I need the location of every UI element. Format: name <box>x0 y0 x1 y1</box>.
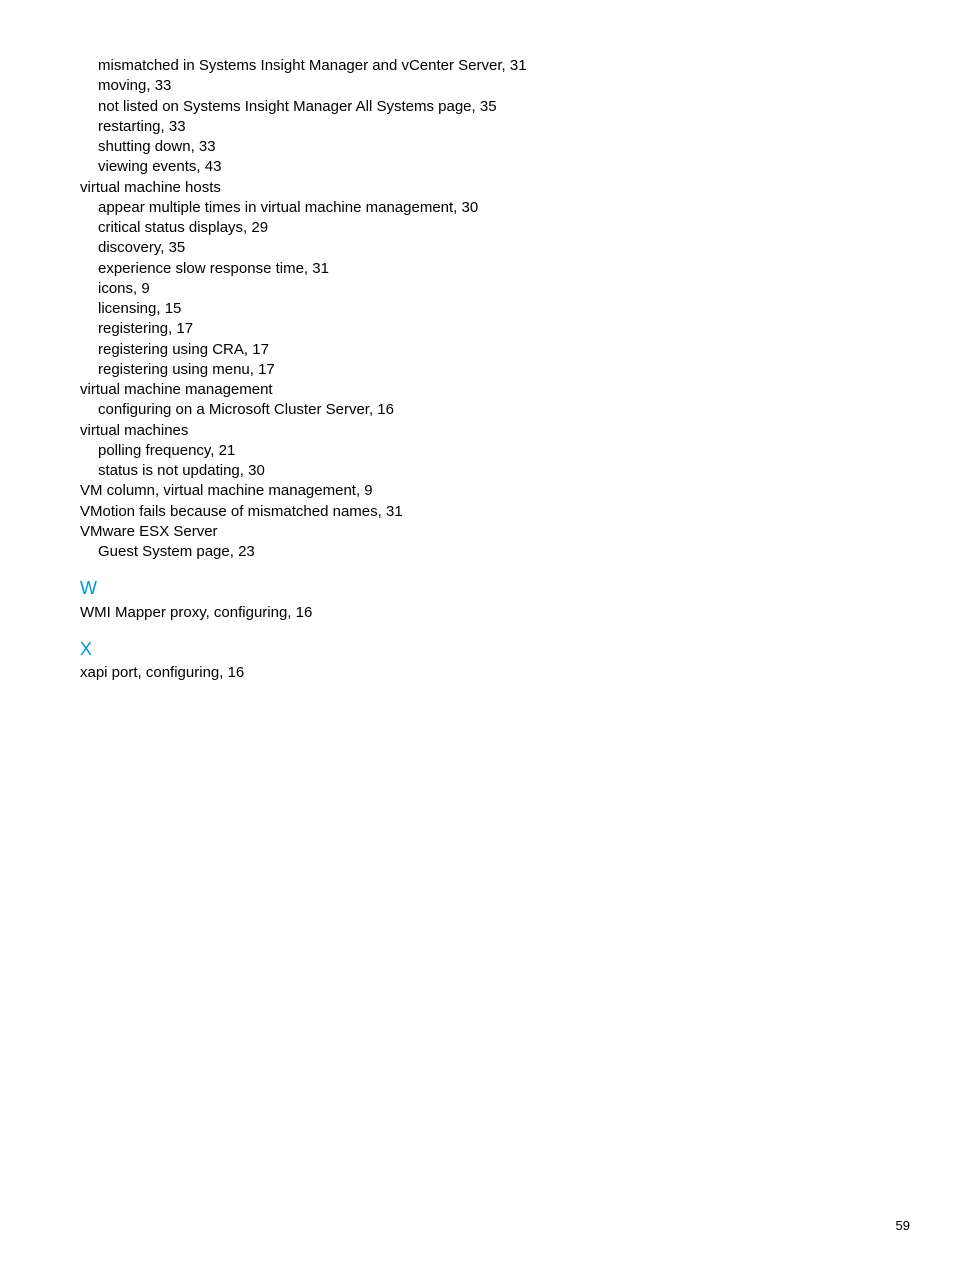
index-subentry: critical status displays, 29 <box>98 218 540 238</box>
index-subentry: viewing events, 43 <box>98 157 540 177</box>
index-subentry: polling frequency, 21 <box>98 441 540 461</box>
index-subentry: licensing, 15 <box>98 299 540 319</box>
index-subentry: mismatched in Systems Insight Manager an… <box>98 56 540 76</box>
index-subentry: experience slow response time, 31 <box>98 259 540 279</box>
index-entry-virtual-machine-management: virtual machine management <box>80 380 540 400</box>
index-column: mismatched in Systems Insight Manager an… <box>80 56 540 683</box>
index-entry-vmotion: VMotion fails because of mismatched name… <box>80 502 540 522</box>
index-subentry: Guest System page, 23 <box>98 542 540 562</box>
index-subentry: registering, 17 <box>98 319 540 339</box>
index-entry-vmware-esx-server: VMware ESX Server <box>80 522 540 542</box>
index-entry-virtual-machines: virtual machines <box>80 421 540 441</box>
index-section-heading-w: W <box>80 576 540 600</box>
index-subentry: status is not updating, 30 <box>98 461 540 481</box>
index-entry-vm-column: VM column, virtual machine management, 9 <box>80 481 540 501</box>
index-entry: WMI Mapper proxy, configuring, 16 <box>80 603 540 623</box>
index-subentry: moving, 33 <box>98 76 540 96</box>
index-section-heading-x: X <box>80 637 540 661</box>
index-subentry: registering using CRA, 17 <box>98 340 540 360</box>
index-subentry: appear multiple times in virtual machine… <box>98 198 540 218</box>
index-subentry: configuring on a Microsoft Cluster Serve… <box>98 400 540 420</box>
index-subentry: discovery, 35 <box>98 238 540 258</box>
index-subentry: restarting, 33 <box>98 117 540 137</box>
page-number: 59 <box>896 1217 910 1235</box>
index-entry-virtual-machine-hosts: virtual machine hosts <box>80 178 540 198</box>
index-entry: xapi port, configuring, 16 <box>80 663 540 683</box>
index-subentry: icons, 9 <box>98 279 540 299</box>
index-subentry: not listed on Systems Insight Manager Al… <box>98 97 540 117</box>
index-subentry: registering using menu, 17 <box>98 360 540 380</box>
index-subentry: shutting down, 33 <box>98 137 540 157</box>
